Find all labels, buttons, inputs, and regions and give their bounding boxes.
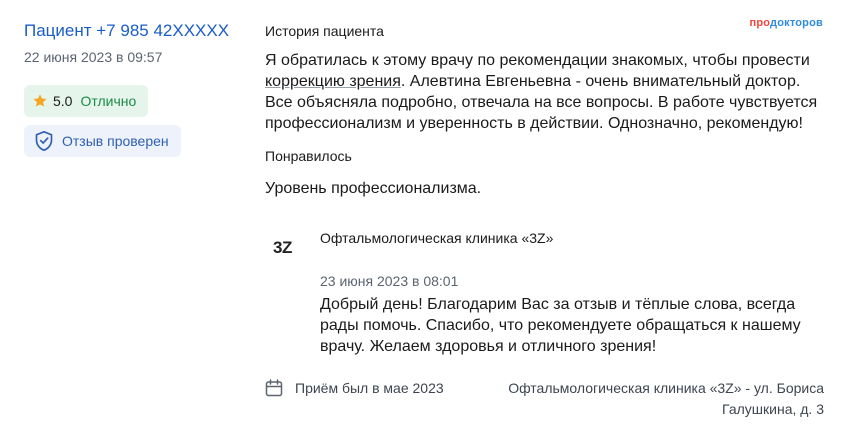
shield-check-icon	[35, 130, 53, 151]
vision-correction-link[interactable]: коррекцию зрения	[265, 73, 401, 90]
visit-date: Приём был в мае 2023	[295, 380, 444, 396]
liked-text: Уровень профессионализма.	[265, 180, 482, 197]
clinic-name[interactable]: Офтальмологическая клиника «3Z»	[320, 230, 553, 246]
story-text: Я обратилась к этому врачу по рекомендац…	[265, 52, 818, 132]
reply-date: 23 июня 2023 в 08:01	[320, 273, 459, 289]
verified-label: Отзыв проверен	[62, 133, 169, 149]
star-icon	[33, 94, 47, 107]
rating-badge: 5.0 Отлично	[24, 85, 148, 117]
rating-label: Отлично	[80, 93, 137, 109]
rating-score: 5.0	[53, 93, 73, 109]
clinic-logo[interactable]: 3Z	[273, 238, 292, 258]
calendar-icon	[265, 379, 283, 397]
verified-badge[interactable]: Отзыв проверен	[24, 125, 181, 157]
clinic-location[interactable]: Офтальмологическая клиника «3Z» - ул. Бо…	[464, 378, 824, 420]
review-date: 22 июня 2023 в 09:57	[24, 49, 163, 65]
reply-text: Добрый день! Благодарим Вас за отзыв и т…	[320, 296, 801, 355]
review-body: История пациента Я обратилась к этому вр…	[265, 22, 825, 199]
story-title: История пациента	[265, 23, 384, 39]
visit-info: Приём был в мае 2023	[265, 378, 455, 399]
patient-name[interactable]: Пациент +7 985 42XXXXX	[24, 20, 254, 42]
liked-title: Понравилось	[265, 148, 352, 164]
reviewer-info: Пациент +7 985 42XXXXX 22 июня 2023 в 09…	[24, 20, 254, 66]
